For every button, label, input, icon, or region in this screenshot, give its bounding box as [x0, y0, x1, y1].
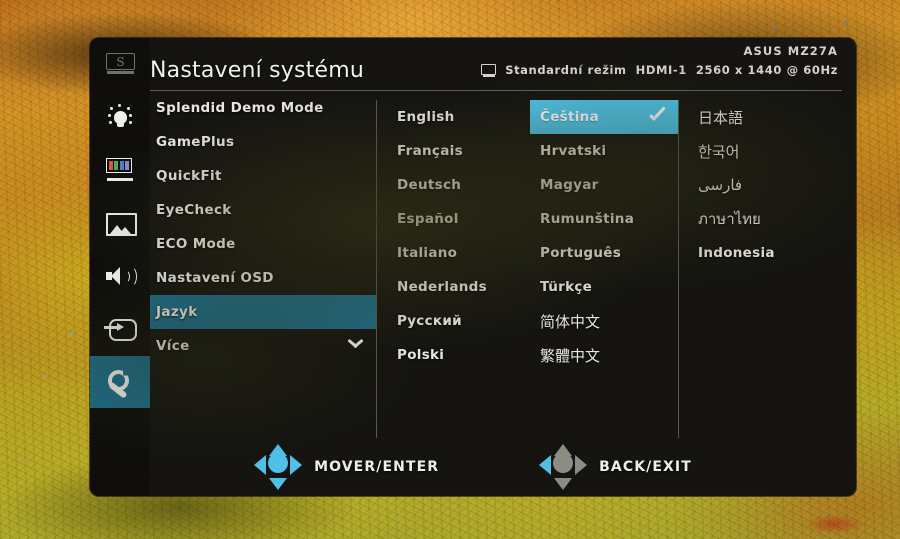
language-option-simplified-chinese[interactable]: 简体中文	[530, 304, 678, 338]
language-option-francais[interactable]: Français	[387, 134, 527, 168]
language-label: Nederlands	[397, 279, 487, 295]
language-option-korean[interactable]: 한국어	[688, 134, 838, 168]
language-label: 日本語	[698, 108, 744, 127]
language-option-russian[interactable]: Русский	[387, 304, 527, 338]
lightbulb-icon	[105, 103, 135, 131]
menu-item-label: EyeCheck	[156, 202, 232, 218]
osd-panel: S Nastavení systému ASUS MZ27A Standardn…	[90, 38, 856, 496]
menu-item-label: Jazyk	[156, 304, 198, 320]
language-option-traditional-chinese[interactable]: 繁體中文	[530, 338, 678, 372]
dpad-icon	[254, 444, 303, 490]
column-divider-2	[678, 100, 679, 438]
menu-item-label: Splendid Demo Mode	[156, 100, 324, 116]
language-label: Italiano	[397, 245, 458, 261]
menu-item-quickfit[interactable]: QuickFit	[150, 159, 376, 193]
language-label: 简体中文	[540, 312, 601, 331]
language-label: Indonesia	[698, 245, 775, 261]
monitor-screen: S Nastavení systému ASUS MZ27A Standardn…	[0, 0, 900, 539]
system-setup-menu: Splendid Demo Mode GamePlus QuickFit Eye…	[150, 91, 376, 363]
move-enter-label: MOVER/ENTER	[314, 459, 440, 475]
column-divider-1	[376, 100, 377, 438]
language-label: Polski	[397, 347, 445, 363]
menu-item-label: GamePlus	[156, 134, 235, 150]
header-status-group: ASUS MZ27A Standardní režim HDMI-1 2560 …	[481, 44, 838, 77]
language-option-japanese[interactable]: 日本語	[688, 100, 838, 134]
monitor-icon	[481, 63, 497, 77]
input-select-icon	[104, 318, 137, 341]
language-label: فارسی	[698, 176, 743, 194]
menu-item-label: Více	[156, 338, 190, 354]
wrench-icon	[105, 367, 135, 399]
language-label: Deutsch	[397, 177, 462, 193]
menu-item-splendid-demo-mode[interactable]: Splendid Demo Mode	[150, 91, 376, 125]
menu-item-osd-setup[interactable]: Nastavení OSD	[150, 261, 376, 295]
language-label: 한국어	[698, 142, 740, 161]
color-bars-icon	[105, 157, 135, 183]
menu-item-gameplus[interactable]: GamePlus	[150, 125, 376, 159]
monitor-model: ASUS MZ27A	[743, 44, 838, 58]
menu-item-more[interactable]: Více	[150, 329, 376, 363]
preset-mode-value: Standardní režim	[505, 63, 627, 77]
language-label: English	[397, 109, 455, 125]
dpad-left-icon	[539, 444, 588, 490]
language-column-2: Čeština Hrvatski Magyar Rumunština Portu…	[530, 100, 678, 372]
language-column-3: 日本語 한국어 فارسی ภาษาไทย Indonesia	[688, 100, 838, 270]
category-icon-rail	[90, 38, 150, 496]
language-option-italiano[interactable]: Italiano	[387, 236, 527, 270]
language-option-nederlands[interactable]: Nederlands	[387, 270, 527, 304]
language-label: Türkçe	[540, 279, 593, 295]
language-label: Русский	[397, 313, 462, 329]
language-option-cestina[interactable]: Čeština	[530, 100, 678, 134]
language-label: Rumunština	[540, 211, 635, 227]
language-option-hrvatski[interactable]: Hrvatski	[530, 134, 678, 168]
language-option-magyar[interactable]: Magyar	[530, 168, 678, 202]
input-source-value: HDMI-1	[635, 63, 687, 77]
back-exit-label: BACK/EXIT	[599, 459, 692, 475]
osd-header: S Nastavení systému ASUS MZ27A Standardn…	[90, 38, 856, 90]
page-title: Nastavení systému	[150, 58, 364, 83]
resolution-value: 2560 x 1440 @ 60Hz	[695, 63, 838, 77]
language-option-indonesia[interactable]: Indonesia	[688, 236, 838, 270]
language-option-espanol[interactable]: Español	[387, 202, 527, 236]
language-option-thai[interactable]: ภาษาไทย	[688, 202, 838, 236]
back-exit-hint[interactable]: BACK/EXIT	[539, 444, 692, 490]
menu-item-eyecheck[interactable]: EyeCheck	[150, 193, 376, 227]
menu-item-language[interactable]: Jazyk	[150, 295, 376, 329]
rail-item-sound[interactable]	[90, 250, 150, 302]
language-option-farsi[interactable]: فارسی	[688, 168, 838, 202]
speaker-icon	[104, 264, 137, 288]
language-option-portugues[interactable]: Português	[530, 236, 678, 270]
rail-item-splendid[interactable]	[90, 91, 150, 143]
osd-footer: MOVER/ENTER BACK/EXIT	[90, 438, 856, 496]
language-label: Português	[540, 245, 622, 261]
rail-item-image[interactable]	[90, 197, 150, 249]
menu-item-label: Nastavení OSD	[156, 270, 274, 286]
language-option-deutsch[interactable]: Deutsch	[387, 168, 527, 202]
language-label: Magyar	[540, 177, 599, 193]
language-label: Español	[397, 211, 459, 227]
language-label: 繁體中文	[540, 346, 601, 365]
rail-item-system-setup[interactable]	[90, 356, 150, 408]
language-option-polski[interactable]: Polski	[387, 338, 527, 372]
menu-item-label: QuickFit	[156, 168, 222, 184]
language-label: Hrvatski	[540, 143, 607, 159]
background-red-mark	[804, 513, 864, 534]
menu-item-label: ECO Mode	[156, 236, 236, 252]
language-column-1: English Français Deutsch Español Italian…	[387, 100, 527, 372]
language-label: Čeština	[540, 109, 600, 125]
language-label: Français	[397, 143, 463, 159]
language-option-rumunstina[interactable]: Rumunština	[530, 202, 678, 236]
rail-item-color[interactable]	[90, 144, 150, 196]
language-option-turkce[interactable]: Türkçe	[530, 270, 678, 304]
checkmark-icon	[649, 109, 666, 124]
chevron-down-icon	[349, 340, 362, 353]
picture-icon	[105, 211, 137, 236]
language-option-english[interactable]: English	[387, 100, 527, 134]
menu-item-eco-mode[interactable]: ECO Mode	[150, 227, 376, 261]
rail-item-input-select[interactable]	[90, 303, 150, 355]
language-label: ภาษาไทย	[698, 210, 761, 228]
monitor-status-line: Standardní režim HDMI-1 2560 x 1440 @ 60…	[481, 63, 838, 77]
move-enter-hint[interactable]: MOVER/ENTER	[254, 444, 439, 490]
